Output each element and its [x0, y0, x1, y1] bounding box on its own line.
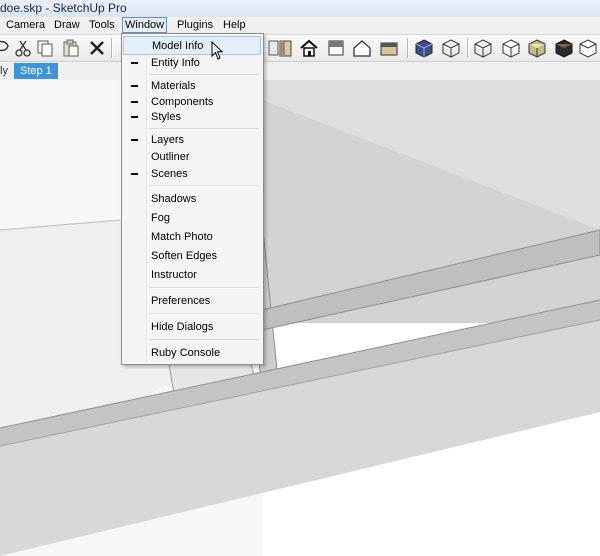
check-mark-icon: [131, 101, 138, 103]
check-mark-icon: [131, 62, 138, 64]
menu-draw[interactable]: Draw: [52, 18, 82, 32]
menu-item-outliner[interactable]: Outliner: [124, 148, 260, 166]
cut-icon[interactable]: [13, 38, 33, 58]
menu-item-label: Layers: [151, 134, 185, 146]
check-mark-icon: [131, 173, 138, 175]
menu-item-soften-edges[interactable]: Soften Edges: [124, 247, 260, 265]
menu-item-layers[interactable]: Layers: [124, 131, 260, 149]
window-title: doe.skp - SketchUp Pro: [0, 1, 127, 15]
section-icon[interactable]: [379, 38, 399, 58]
menu-item-preferences[interactable]: Preferences: [124, 292, 260, 310]
menu-separator: [149, 128, 259, 130]
menu-plugins[interactable]: Plugins: [175, 18, 215, 32]
door-icon[interactable]: [276, 38, 296, 58]
menu-camera[interactable]: Camera: [4, 18, 47, 32]
menu-bar: Camera Draw Tools Window Plugins Help: [0, 17, 600, 35]
model-geometry: [0, 80, 600, 556]
check-mark-icon: [131, 85, 138, 87]
menu-separator: [149, 313, 259, 315]
menu-item-instructor[interactable]: Instructor: [124, 266, 260, 284]
menu-item-fog[interactable]: Fog: [124, 209, 260, 227]
menu-item-shadows[interactable]: Shadows: [124, 190, 260, 208]
house-outline-icon[interactable]: [352, 38, 372, 58]
menu-item-label: Model Info: [152, 40, 204, 52]
menu-item-match-photo[interactable]: Match Photo: [124, 228, 260, 246]
menu-separator: [149, 287, 259, 289]
house-iso-icon[interactable]: [326, 38, 346, 58]
mouse-pointer-icon: [211, 41, 224, 60]
home-icon[interactable]: [299, 38, 319, 58]
menu-item-label: Ruby Console: [151, 347, 221, 359]
menu-item-label: Fog: [151, 212, 170, 224]
menu-item-hide-dialogs[interactable]: Hide Dialogs: [124, 318, 260, 336]
shaded-cube-icon[interactable]: [501, 38, 521, 58]
toolbar-separator: [111, 38, 113, 58]
menu-window[interactable]: Window: [122, 17, 168, 33]
scene-tab-previous[interactable]: ly: [0, 64, 8, 78]
model-viewport[interactable]: [0, 80, 600, 556]
hidden-line-cube-icon[interactable]: [473, 38, 493, 58]
menu-item-label: Preferences: [151, 295, 211, 307]
menu-item-label: Match Photo: [151, 231, 213, 243]
paste-icon[interactable]: [61, 38, 81, 58]
toolbar: [0, 35, 600, 62]
menu-tools[interactable]: Tools: [87, 18, 117, 32]
menu-separator: [149, 339, 259, 341]
menu-item-label: Scenes: [151, 168, 188, 180]
menu-item-label: Outliner: [151, 151, 190, 163]
menu-separator: [149, 74, 259, 76]
title-bar: doe.skp - SketchUp Pro: [0, 0, 600, 18]
textured-cube-icon[interactable]: [527, 38, 547, 58]
menu-item-label: Hide Dialogs: [151, 321, 214, 333]
wireframe-cube-icon[interactable]: [441, 38, 461, 58]
menu-item-ruby-console[interactable]: Ruby Console: [124, 344, 260, 362]
iso-cube-icon[interactable]: [578, 38, 598, 58]
menu-item-styles[interactable]: Styles: [124, 108, 260, 126]
menu-item-model-info[interactable]: Model Info: [123, 36, 261, 55]
window-menu-dropdown: Model Info Entity Info Materials Compone…: [121, 33, 264, 365]
menu-item-label: Entity Info: [151, 57, 200, 69]
menu-item-label: Instructor: [151, 269, 197, 281]
check-mark-icon: [131, 139, 138, 141]
menu-separator: [149, 185, 259, 187]
toolbar-separator: [467, 38, 469, 58]
lasso-icon[interactable]: [0, 38, 12, 58]
check-mark-icon: [131, 116, 138, 118]
menu-help[interactable]: Help: [221, 18, 248, 32]
scene-tabs: ly Step 1: [0, 62, 600, 80]
menu-item-label: Shadows: [151, 193, 197, 205]
scene-tab-step-1[interactable]: Step 1: [14, 63, 58, 79]
menu-item-scenes[interactable]: Scenes: [124, 165, 260, 183]
menu-item-label: Soften Edges: [151, 250, 218, 262]
monochrome-cube-icon[interactable]: [554, 38, 574, 58]
xray-cube-icon[interactable]: [414, 38, 434, 58]
erase-icon[interactable]: [87, 38, 107, 58]
copy-icon[interactable]: [35, 38, 55, 58]
menu-item-label: Styles: [151, 111, 181, 123]
menu-item-entity-info[interactable]: Entity Info: [124, 54, 260, 72]
toolbar-separator: [407, 38, 409, 58]
